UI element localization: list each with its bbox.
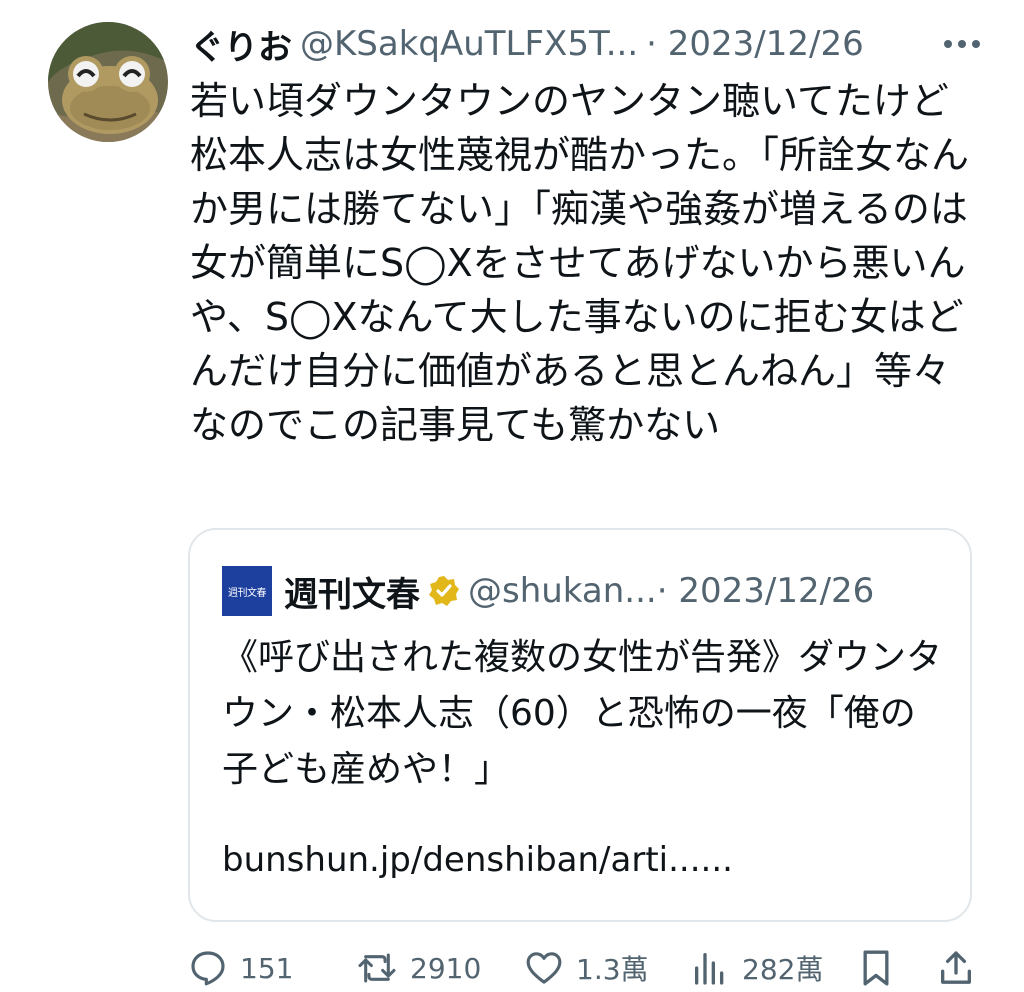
reply-bubble-icon (191, 951, 225, 986)
quoted-tweet-date[interactable]: · 2023/12/26 (657, 571, 875, 611)
reply-button[interactable]: 151 (188, 944, 293, 992)
share-button[interactable] (936, 944, 976, 992)
quoted-tweet-link[interactable]: bunshun.jp/denshiban/arti...... (222, 840, 733, 880)
frog-figurine-avatar-icon (48, 22, 168, 142)
quoted-author-display-name[interactable]: 週刊文春 (284, 567, 420, 616)
heart-icon (526, 952, 562, 984)
view-count: 282萬 (742, 953, 824, 986)
more-dots-icon (944, 40, 980, 48)
quoted-author-avatar[interactable]: 週刊文春 (222, 566, 272, 616)
bookmark-icon (863, 950, 889, 986)
bar-chart-views-icon (695, 953, 724, 985)
reply-count: 151 (240, 951, 294, 985)
quoted-tweet-header: 週刊文春 週刊文春 @shukan... · 2023/12/26 (222, 566, 950, 616)
bookmark-button[interactable] (856, 944, 896, 992)
avatar[interactable] (48, 22, 168, 142)
retweet-count: 2910 (410, 951, 482, 985)
retweet-icon (358, 953, 396, 983)
quoted-tweet-text: 《呼び出された複数の女性が告発》ダウンタウン・松本人志（60）と恐怖の一夜「俺の… (222, 637, 943, 790)
share-upload-icon (941, 951, 971, 984)
tweet-header: ぐりお @KSakqAuTLFX5T... · 2023/12/26 (190, 18, 974, 70)
views-button[interactable]: 282萬 (690, 944, 823, 992)
tweet-text: 若い頃ダウンタウンのヤンタン聴いてたけど松本人志は女性蔑視が酷かった。「所詮女な… (190, 79, 970, 447)
retweet-button[interactable]: 2910 (356, 944, 481, 992)
verified-badge-icon (428, 575, 460, 607)
quoted-author-handle[interactable]: @shukan... (468, 571, 657, 611)
tweet-date[interactable]: · 2023/12/26 (646, 24, 864, 64)
more-options-button[interactable] (940, 24, 984, 64)
author-handle[interactable]: @KSakqAuTLFX5T... (300, 24, 638, 64)
author-display-name[interactable]: ぐりお (190, 20, 292, 69)
like-count: 1.3萬 (576, 953, 649, 986)
tweet-action-bar: 151 2910 1.3萬 282萬 (188, 944, 978, 992)
like-button[interactable]: 1.3萬 (524, 944, 649, 992)
quoted-tweet-card[interactable]: 週刊文春 週刊文春 @shukan... · 2023/12/26 《呼び出され… (188, 528, 972, 922)
